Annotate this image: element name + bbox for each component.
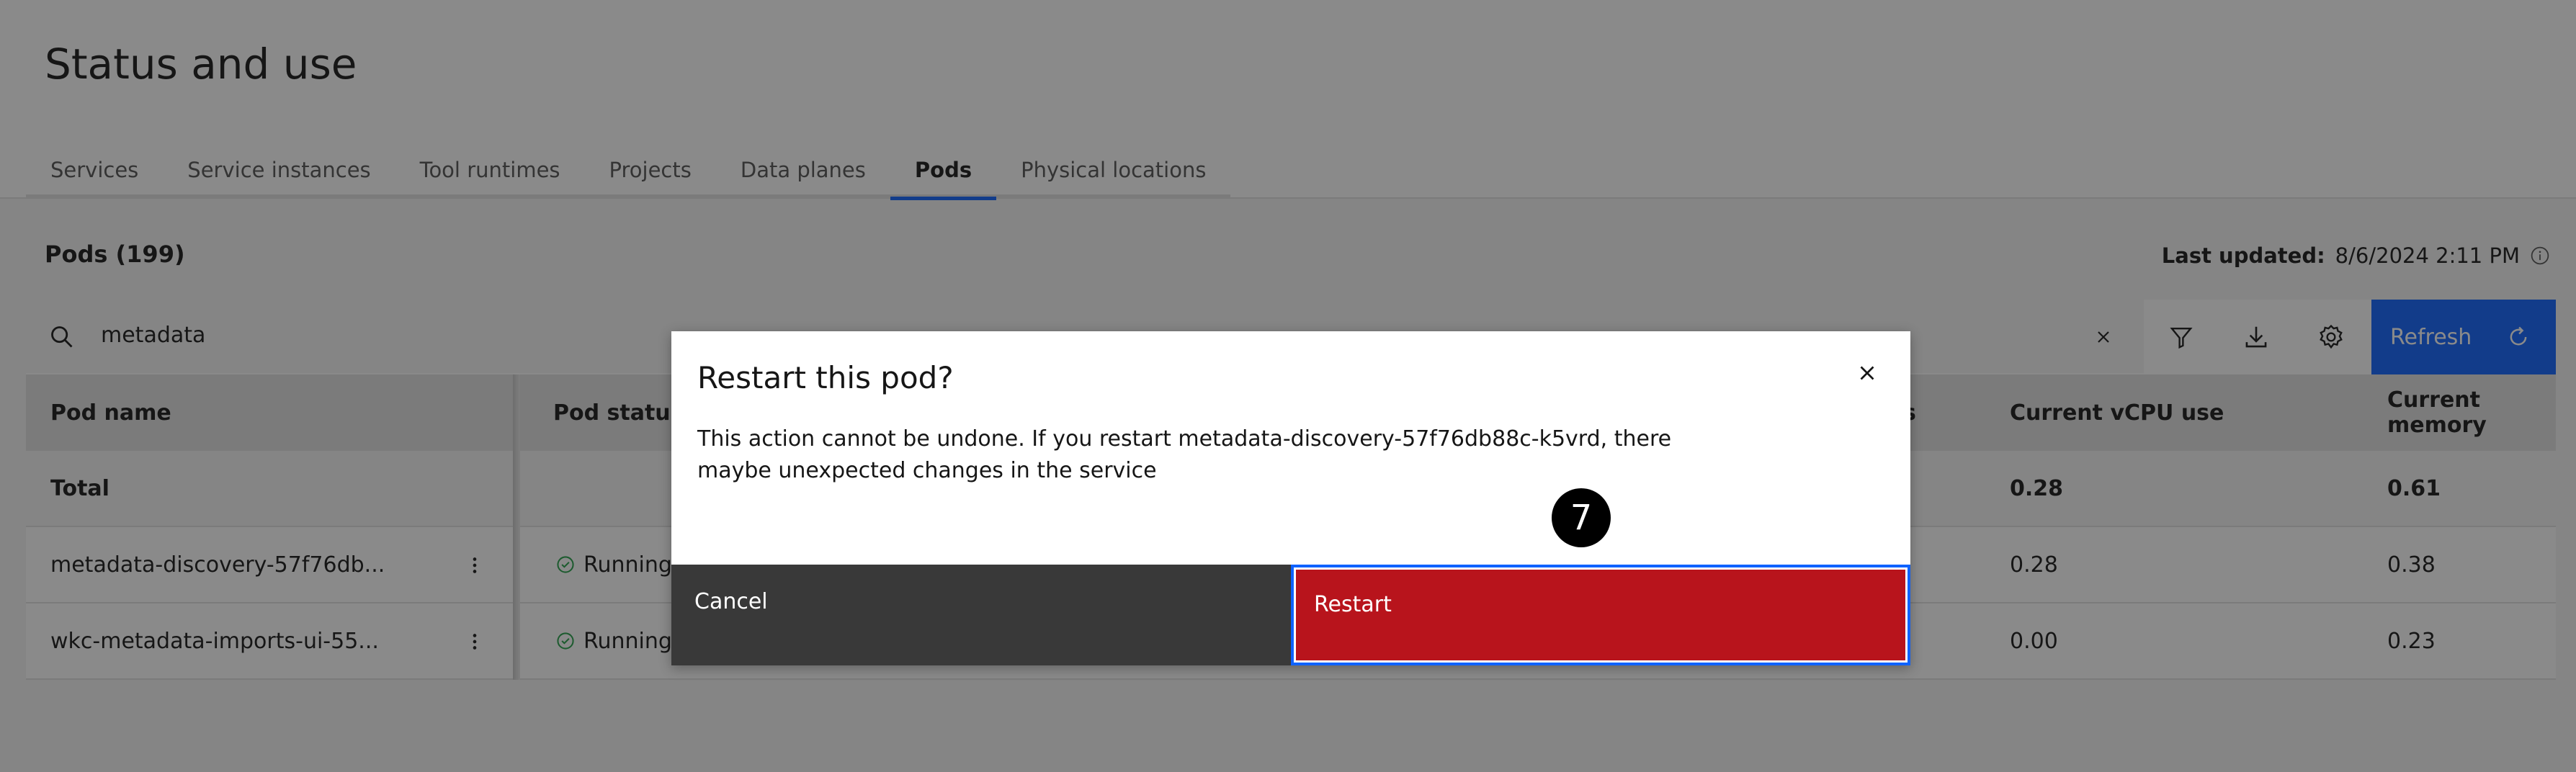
step-badge: 7: [1552, 488, 1611, 547]
restart-pod-dialog: Restart this pod? This action cannot be …: [671, 331, 1910, 665]
cancel-button[interactable]: Cancel: [671, 565, 1291, 665]
modal-close-button[interactable]: [1844, 350, 1890, 396]
modal-title: Restart this pod?: [697, 360, 954, 395]
modal-footer: Cancel Restart: [671, 565, 1910, 665]
restart-button[interactable]: Restart: [1291, 565, 1910, 665]
modal-body: This action cannot be undone. If you res…: [697, 426, 1672, 483]
close-icon: [1860, 366, 1874, 380]
